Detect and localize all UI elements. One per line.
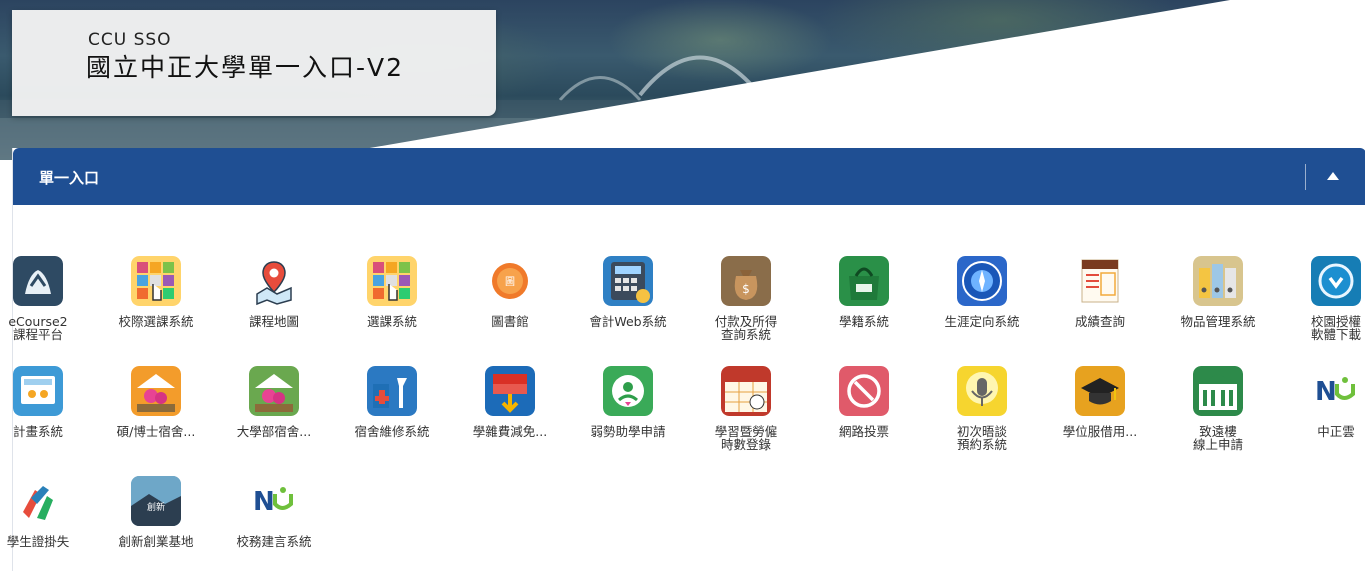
app-tile[interactable]: 學雜費減免... (451, 366, 569, 471)
app-tile[interactable]: 課程地圖 (215, 256, 333, 361)
app-label: 創新創業基地 (118, 534, 194, 549)
app-tile[interactable]: 校際選課系統 (97, 256, 215, 361)
app-label: 成績查詢 (1074, 314, 1125, 329)
ecourse-icon (13, 256, 63, 306)
app-label: 弱勢助學申請 (590, 424, 666, 439)
app-label: 學籍系統 (838, 314, 889, 329)
aid-icon (603, 366, 653, 416)
svg-text:N: N (253, 487, 275, 517)
course-select-icon (131, 256, 181, 306)
app-label: 碩/博士宿舍... (116, 424, 196, 439)
vote-icon (839, 366, 889, 416)
building-icon (1193, 366, 1243, 416)
app-tile[interactable]: 計畫系統 (0, 366, 97, 471)
app-tile[interactable]: 學位服借用... (1041, 366, 1159, 471)
svg-text:N: N (1315, 377, 1337, 407)
microphone-icon (957, 366, 1007, 416)
bag-icon (839, 256, 889, 306)
app-tile[interactable]: 弱勢助學申請 (569, 366, 687, 471)
nu-cloud-icon: N (1311, 366, 1361, 416)
project-icon (13, 366, 63, 416)
app-tile[interactable]: 學籍系統 (805, 256, 923, 361)
app-label: 學位服借用... (1062, 424, 1138, 439)
dorm-university-icon (249, 366, 299, 416)
calculator-icon (603, 256, 653, 306)
download-icon (1311, 256, 1361, 306)
app-label: 課程地圖 (248, 314, 299, 329)
app-tile[interactable]: N 校務建言系統 (215, 476, 333, 581)
student-card-icon (13, 476, 63, 526)
app-label: 校園授權 軟體下載 (1310, 314, 1361, 342)
app-tile[interactable]: 宿舍維修系統 (333, 366, 451, 471)
app-tile[interactable]: 網路投票 (805, 366, 923, 471)
app-label: 學生證掛失 (6, 534, 70, 549)
app-tile[interactable]: 初次晤談 預約系統 (923, 366, 1041, 471)
app-label: 校務建言系統 (236, 534, 312, 549)
app-label: 選課系統 (366, 314, 417, 329)
app-label: 圖書館 (491, 314, 529, 329)
app-tile[interactable]: 創新 創新創業基地 (97, 476, 215, 581)
money-bag-icon: $ (721, 256, 771, 306)
compass-seal-icon (957, 256, 1007, 306)
library-icon: 圖 (485, 256, 535, 306)
binders-icon (1193, 256, 1243, 306)
app-grid: eCourse2 課程平台 校際選課系統 課程地圖 選課系統圖圖書館 會計Web系統 $ 付… (7, 0, 1365, 571)
app-tile[interactable]: 物品管理系統 (1159, 256, 1277, 361)
report-card-icon (1075, 256, 1125, 306)
app-tile[interactable]: 碩/博士宿舍... (97, 366, 215, 471)
app-tile[interactable]: 學生證掛失 (0, 476, 97, 581)
app-label: 物品管理系統 (1180, 314, 1256, 329)
app-label: 生涯定向系統 (944, 314, 1020, 329)
graduation-cap-icon (1075, 366, 1125, 416)
app-label: 學雜費減免... (472, 424, 548, 439)
app-tile[interactable]: 圖圖書館 (451, 256, 569, 361)
startup-icon: 創新 (131, 476, 181, 526)
app-label: 宿舍維修系統 (354, 424, 430, 439)
dorm-graduate-icon (131, 366, 181, 416)
app-tile[interactable]: 校園授權 軟體下載 (1277, 256, 1365, 361)
app-tile[interactable]: eCourse2 課程平台 (0, 256, 97, 361)
app-tile[interactable]: 大學部宿舍... (215, 366, 333, 471)
app-tile[interactable]: 致遠樓 線上申請 (1159, 366, 1277, 471)
app-label: 致遠樓 線上申請 (1192, 424, 1243, 452)
app-label: 中正雲 (1317, 424, 1355, 439)
app-label: 計畫系統 (12, 424, 63, 439)
course-select-icon (367, 256, 417, 306)
app-label: 網路投票 (838, 424, 889, 439)
app-label: eCourse2 課程平台 (8, 314, 68, 342)
app-label: 付款及所得 查詢系統 (714, 314, 778, 342)
app-label: 大學部宿舍... (236, 424, 312, 439)
work-hours-icon (721, 366, 771, 416)
nu-suggest-icon: N (249, 476, 299, 526)
app-tile[interactable]: 選課系統 (333, 256, 451, 361)
svg-text:圖: 圖 (505, 276, 515, 288)
app-label: 校際選課系統 (118, 314, 194, 329)
app-tile[interactable]: N 中正雲 (1277, 366, 1365, 471)
app-tile[interactable]: 學習暨勞僱 時數登錄 (687, 366, 805, 471)
app-tile[interactable]: 成績查詢 (1041, 256, 1159, 361)
app-tile[interactable]: 會計Web系統 (569, 256, 687, 361)
app-label: 學習暨勞僱 時數登錄 (714, 424, 778, 452)
tuition-icon (485, 366, 535, 416)
repair-icon (367, 366, 417, 416)
svg-text:$: $ (742, 282, 750, 296)
app-tile[interactable]: $ 付款及所得 查詢系統 (687, 256, 805, 361)
app-label: 會計Web系統 (589, 314, 667, 329)
app-tile[interactable]: 生涯定向系統 (923, 256, 1041, 361)
svg-text:創新: 創新 (147, 501, 165, 513)
map-pin-icon (249, 256, 299, 306)
app-label: 初次晤談 預約系統 (956, 424, 1007, 452)
